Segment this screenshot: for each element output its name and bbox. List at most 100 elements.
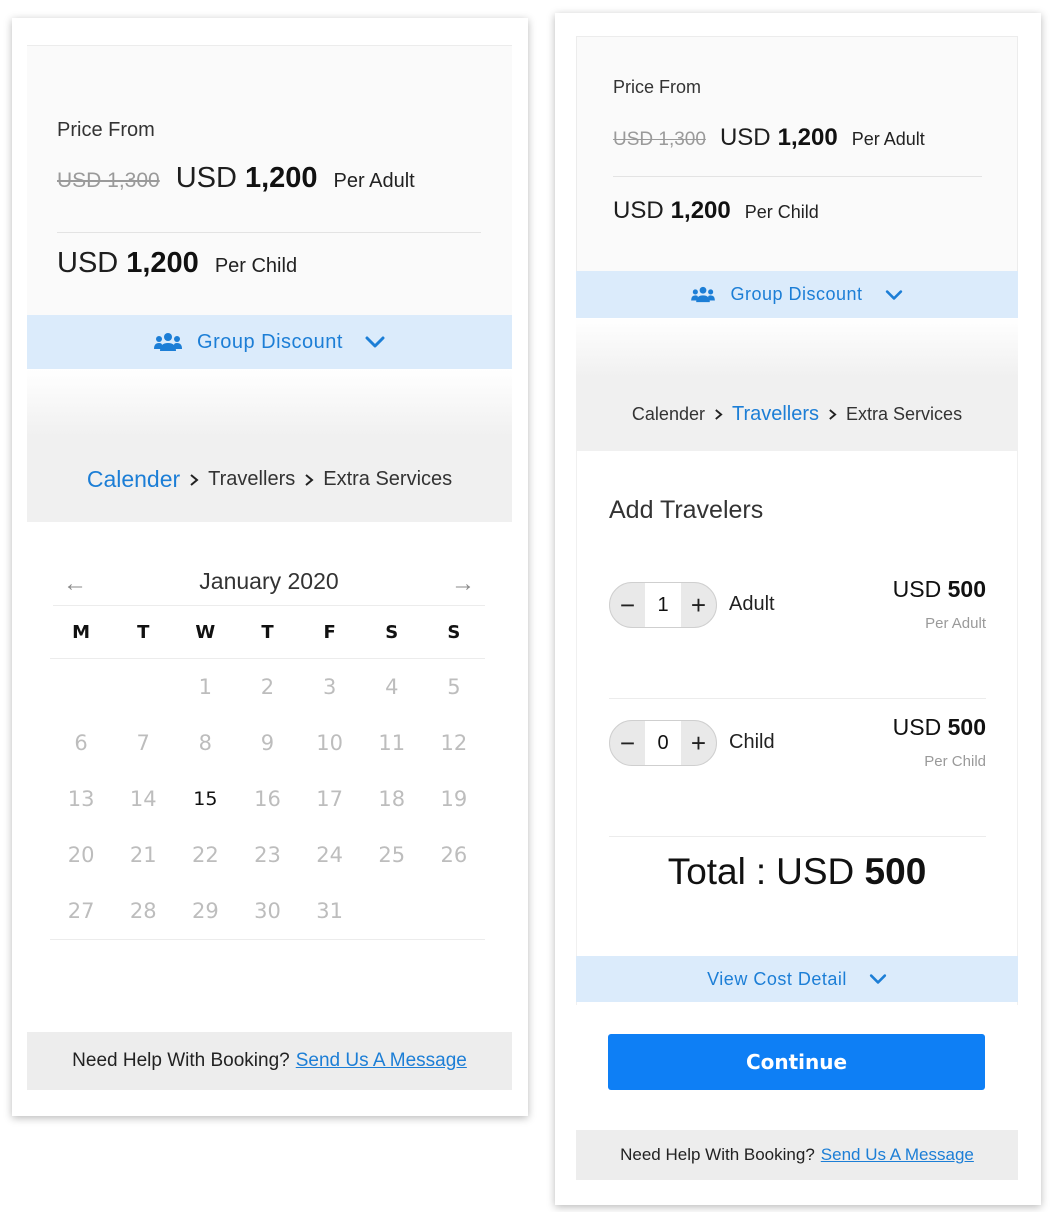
weekday-label: T [137, 621, 150, 643]
child-per-label: Per Child [214, 255, 298, 277]
child-per-label: Per Child [744, 202, 819, 222]
travelers-panel: Add Travelers − 1 + Adult USD 500 Per Ad… [576, 451, 1018, 1005]
calendar-day[interactable]: 16 [236, 787, 298, 811]
adult-price-row: USD 1,300 USD 1,200 Per Adult [613, 124, 925, 152]
chevron-right-icon [189, 473, 199, 487]
breadcrumb-extra-services[interactable]: Extra Services [846, 404, 962, 425]
adult-traveler-row: − 1 + Adult USD 500 Per Adult [609, 561, 986, 699]
child-unit-currency: USD [892, 714, 942, 740]
total-currency: USD [776, 851, 855, 892]
child-currency: USD [57, 247, 119, 279]
continue-button[interactable]: Continue [608, 1034, 985, 1090]
send-message-link[interactable]: Send Us A Message [296, 1050, 467, 1072]
weekday-label: S [447, 621, 461, 643]
calendar: ← January 2020 → MTWTFSS 1 2 3 4 5 6 7 8 9 10 11 12… [50, 558, 485, 940]
calendar-day[interactable]: 9 [236, 731, 298, 755]
child-currency: USD [613, 197, 664, 224]
view-cost-detail-toggle[interactable]: View Cost Detail [576, 956, 1018, 1002]
help-text: Need Help With Booking? [72, 1050, 290, 1071]
calendar-day[interactable]: 29 [174, 899, 236, 923]
prev-month-arrow-icon[interactable]: ← [63, 570, 87, 598]
breadcrumb-extra-services[interactable]: Extra Services [323, 468, 452, 491]
section-fade [27, 369, 512, 437]
child-label: Child [729, 731, 775, 753]
calendar-day[interactable]: 4 [361, 675, 423, 699]
booking-widget-calendar: Price From USD 1,300 USD 1,200 Per Adult… [12, 18, 528, 1116]
help-bar: Need Help With Booking? Send Us A Messag… [27, 1032, 512, 1090]
child-decrement-button[interactable]: − [610, 721, 645, 765]
calendar-day[interactable]: 10 [299, 731, 361, 755]
help-text: Need Help With Booking? [620, 1145, 815, 1164]
calendar-month-title: January 2020 [199, 568, 339, 594]
calendar-day[interactable]: 14 [112, 787, 174, 811]
adult-unit-currency: USD [892, 576, 942, 602]
adult-increment-button[interactable]: + [681, 583, 716, 627]
child-increment-button[interactable]: + [681, 721, 716, 765]
calendar-day[interactable]: 17 [299, 787, 361, 811]
group-discount-toggle[interactable]: Group Discount [576, 271, 1018, 318]
child-count[interactable]: 0 [645, 721, 681, 765]
price-panel: Price From USD 1,300 USD 1,200 Per Adult… [576, 36, 1018, 272]
adult-decrement-button[interactable]: − [610, 583, 645, 627]
child-traveler-row: − 0 + Child USD 500 Per Child [609, 699, 986, 837]
calendar-day[interactable]: 2 [236, 675, 298, 699]
view-cost-detail-label: View Cost Detail [707, 968, 847, 989]
weekday-label: M [72, 621, 91, 643]
calendar-day[interactable]: 21 [112, 843, 174, 867]
chevron-right-icon [714, 408, 723, 421]
child-quantity-stepper: − 0 + [609, 720, 717, 766]
calendar-day[interactable]: 22 [174, 843, 236, 867]
adult-label: Adult [729, 593, 775, 615]
breadcrumb-calender[interactable]: Calender [87, 466, 180, 493]
breadcrumb-calender[interactable]: Calender [632, 404, 705, 425]
child-price-row: USD 1,200 Per Child [613, 197, 819, 225]
booking-widget-travellers: Price From USD 1,300 USD 1,200 Per Adult… [555, 13, 1041, 1205]
calendar-day[interactable]: 28 [112, 899, 174, 923]
child-unit-amount: 500 [947, 714, 986, 740]
adult-price-row: USD 1,300 USD 1,200 Per Adult [57, 162, 415, 195]
calendar-day[interactable]: 3 [299, 675, 361, 699]
adult-price: 1,200 [777, 124, 838, 151]
add-travelers-title: Add Travelers [609, 496, 764, 524]
calendar-day[interactable]: 27 [50, 899, 112, 923]
calendar-day[interactable]: 19 [423, 787, 485, 811]
adult-quantity-stepper: − 1 + [609, 582, 717, 628]
calendar-day[interactable]: 31 [299, 899, 361, 923]
calendar-day[interactable]: 25 [361, 843, 423, 867]
calendar-day-selected[interactable]: 15 [174, 788, 236, 810]
group-discount-toggle[interactable]: Group Discount [27, 315, 512, 369]
breadcrumb-travellers[interactable]: Travellers [732, 403, 819, 426]
child-price-row: USD 1,200 Per Child [57, 247, 297, 280]
calendar-day[interactable]: 20 [50, 843, 112, 867]
calendar-day[interactable]: 12 [423, 731, 485, 755]
calendar-day[interactable]: 13 [50, 787, 112, 811]
calendar-day[interactable]: 8 [174, 731, 236, 755]
adult-count[interactable]: 1 [645, 583, 681, 627]
send-message-link[interactable]: Send Us A Message [821, 1145, 974, 1165]
weekday-label: W [195, 621, 216, 643]
next-month-arrow-icon[interactable]: → [451, 570, 475, 598]
calendar-day[interactable]: 1 [174, 675, 236, 699]
child-price: 1,200 [670, 197, 731, 224]
adult-unit-per: Per Adult [925, 615, 986, 632]
total-amount: 500 [864, 851, 927, 892]
calendar-day[interactable]: 24 [299, 843, 361, 867]
calendar-day[interactable]: 11 [361, 731, 423, 755]
price-panel: Price From USD 1,300 USD 1,200 Per Adult… [27, 45, 512, 342]
breadcrumb: Calender Travellers Extra Services [27, 437, 512, 522]
price-divider [613, 176, 982, 177]
calendar-day[interactable]: 18 [361, 787, 423, 811]
calendar-day[interactable]: 30 [236, 899, 298, 923]
users-icon [154, 333, 183, 351]
calendar-header: ← January 2020 → [53, 558, 485, 606]
calendar-day[interactable]: 6 [50, 731, 112, 755]
calendar-day[interactable]: 5 [423, 675, 485, 699]
weekday-header: MTWTFSS [50, 606, 485, 659]
calendar-day[interactable]: 23 [236, 843, 298, 867]
help-bar: Need Help With Booking? Send Us A Messag… [576, 1130, 1018, 1180]
calendar-day[interactable]: 26 [423, 843, 485, 867]
calendar-day[interactable]: 7 [112, 731, 174, 755]
chevron-right-icon [828, 408, 837, 421]
breadcrumb-travellers[interactable]: Travellers [208, 468, 295, 491]
total-colon: : [755, 851, 767, 892]
